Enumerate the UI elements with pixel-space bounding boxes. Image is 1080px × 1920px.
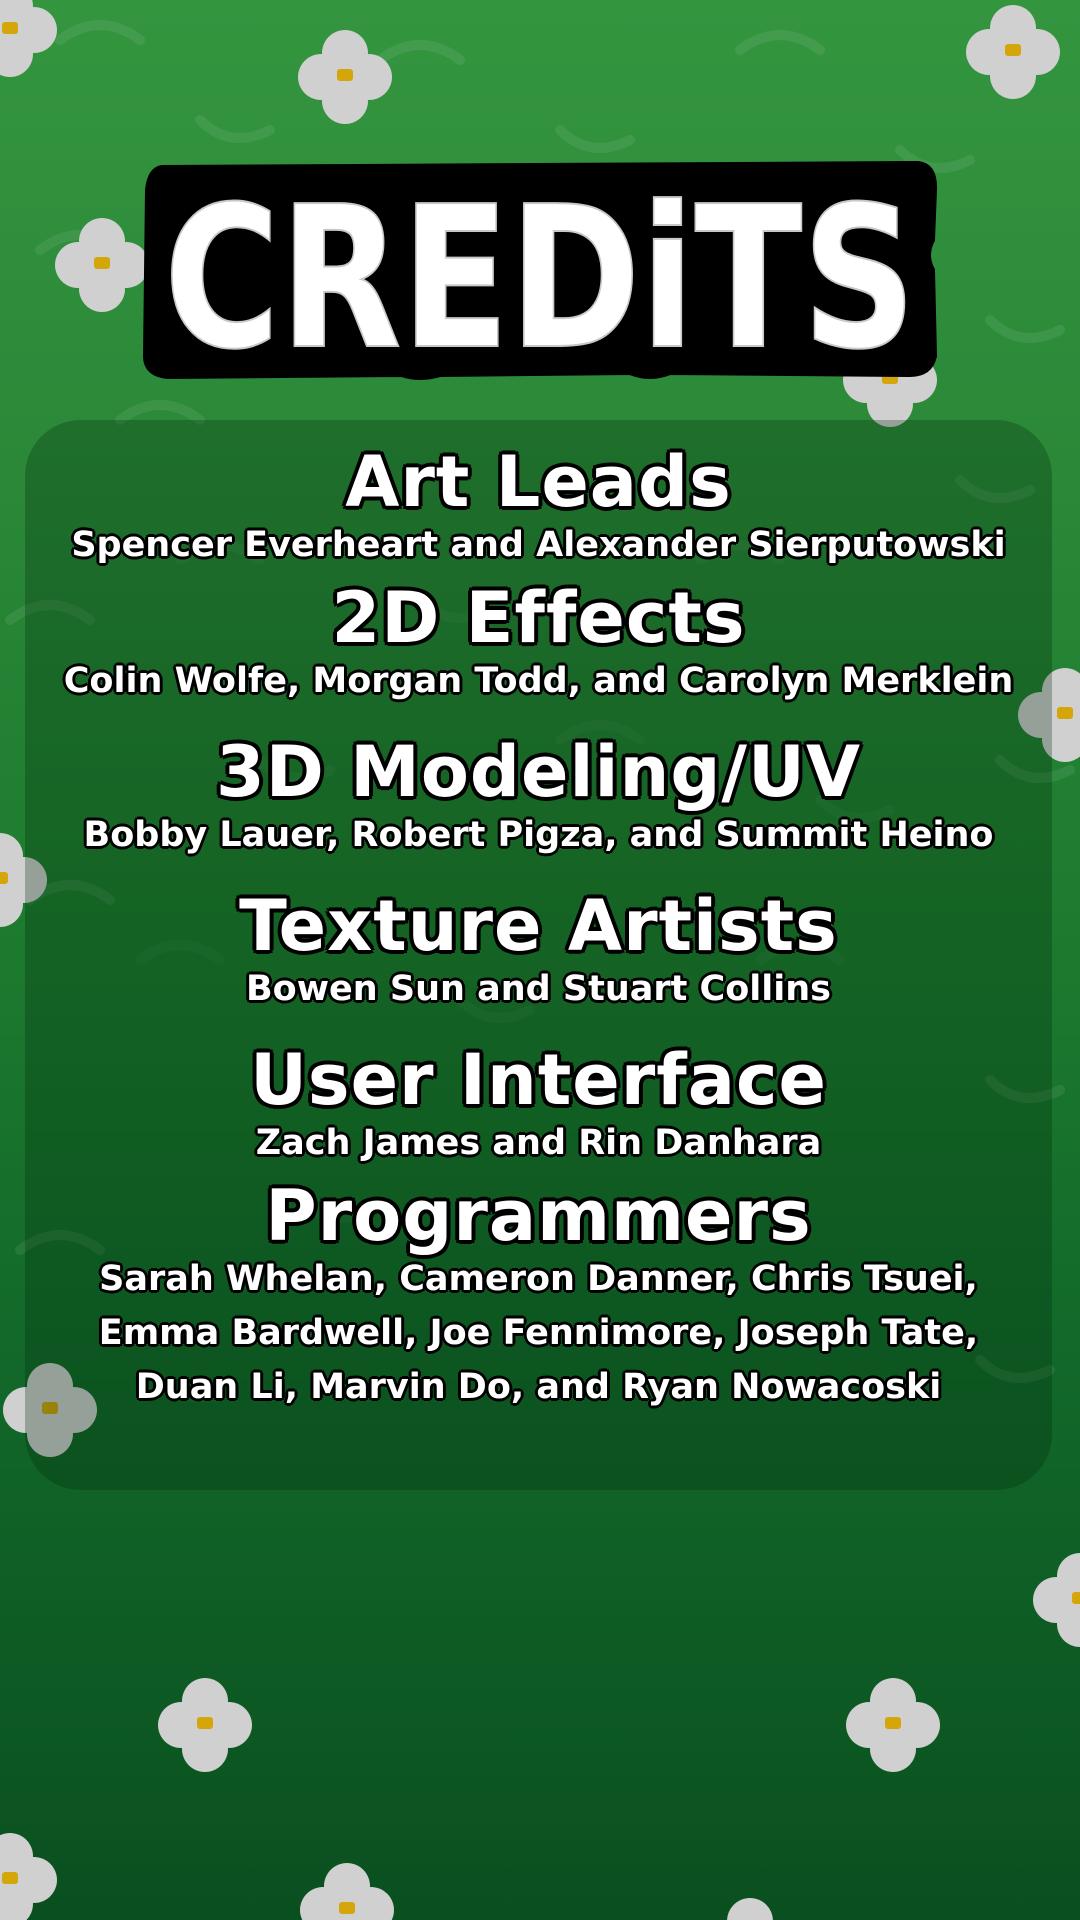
credit-names: Sarah Whelan, Cameron Danner, Chris Tsue… <box>25 1252 1052 1414</box>
credit-section-2d-effects: 2D Effects Colin Wolfe, Morgan Todd, and… <box>25 582 1052 708</box>
credit-section-art-leads: Art Leads Spencer Everheart and Alexande… <box>25 446 1052 572</box>
credit-names: Bowen Sun and Stuart Collins <box>245 969 832 1009</box>
flower-decoration <box>155 1675 255 1775</box>
credit-names: Bobby Lauer, Robert Pigza, and Summit He… <box>83 815 994 855</box>
credits-title-logo: CREDiTS <box>140 160 940 382</box>
flower-decoration <box>700 1895 800 1920</box>
credit-role: 3D Modeling/UV <box>215 731 862 813</box>
flower-decoration <box>963 2 1063 102</box>
credit-section-3d-modeling: 3D Modeling/UV Bobby Lauer, Robert Pigza… <box>25 736 1052 862</box>
credit-section-programmers: Programmers Sarah Whelan, Cameron Danner… <box>25 1180 1052 1414</box>
credit-names-line: Emma Bardwell, Joe Fennimore, Joseph Tat… <box>98 1313 979 1353</box>
credit-role: 2D Effects <box>331 577 746 659</box>
flower-decoration <box>297 1860 397 1920</box>
page-title: CREDiTS <box>164 165 916 382</box>
flower-decoration <box>1030 1550 1080 1650</box>
credit-names: Spencer Everheart and Alexander Sierputo… <box>71 525 1006 565</box>
flower-decoration <box>0 1830 60 1920</box>
credit-role: Art Leads <box>345 441 732 523</box>
credit-role: User Interface <box>250 1039 827 1121</box>
flower-decoration <box>295 27 395 127</box>
credit-names: Zach James and Rin Danhara <box>255 1123 822 1163</box>
credit-role: Texture Artists <box>239 885 838 967</box>
flower-decoration <box>0 0 60 80</box>
credits-list: Art Leads Spencer Everheart and Alexande… <box>25 420 1052 1414</box>
credit-role: Programmers <box>265 1175 812 1257</box>
credit-section-user-interface: User Interface Zach James and Rin Danhar… <box>25 1044 1052 1170</box>
flower-decoration <box>52 215 152 315</box>
credit-names-line: Sarah Whelan, Cameron Danner, Chris Tsue… <box>99 1259 978 1299</box>
credit-section-texture-artists: Texture Artists Bowen Sun and Stuart Col… <box>25 890 1052 1016</box>
credit-names-line: Duan Li, Marvin Do, and Ryan Nowacoski <box>135 1367 942 1407</box>
flower-decoration <box>843 1675 943 1775</box>
credit-names: Colin Wolfe, Morgan Todd, and Carolyn Me… <box>63 661 1014 701</box>
